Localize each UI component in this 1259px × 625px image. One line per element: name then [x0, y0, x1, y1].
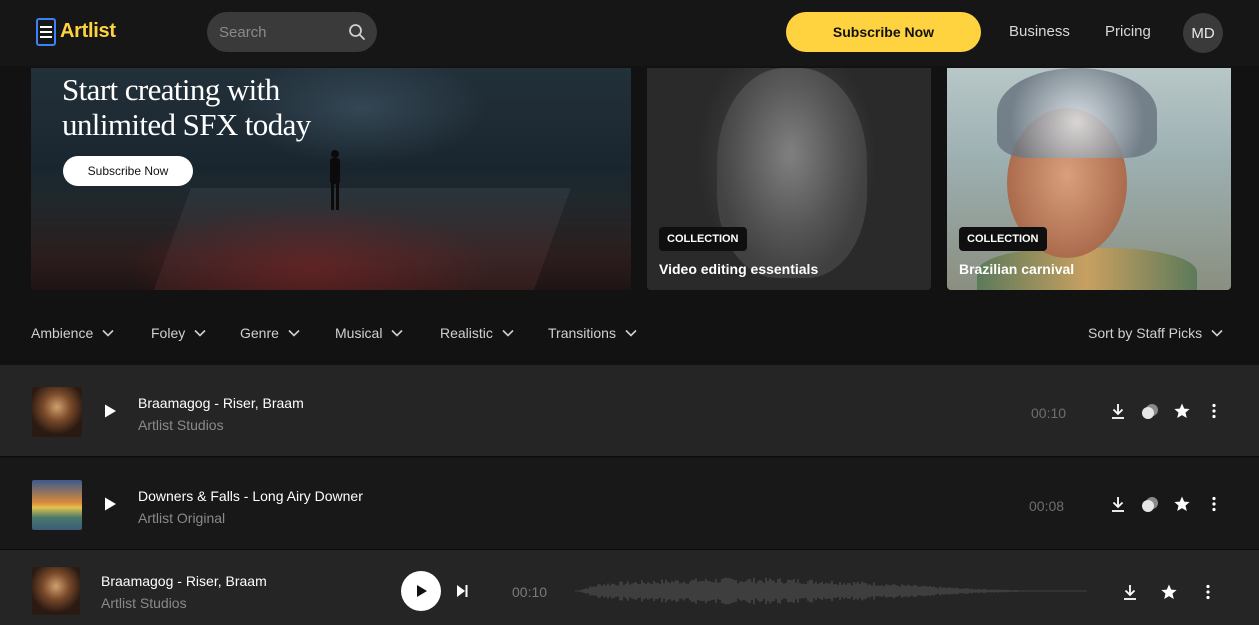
skip-next-icon[interactable]: [454, 583, 470, 599]
favorite-star-icon[interactable]: [1160, 583, 1178, 601]
download-icon[interactable]: [1121, 583, 1139, 601]
collection-image-headdress: [997, 68, 1157, 158]
nav-pricing-link[interactable]: Pricing: [1105, 23, 1151, 40]
search-input[interactable]: [219, 12, 343, 52]
user-avatar[interactable]: MD: [1183, 13, 1223, 53]
track-duration: 00:10: [1031, 405, 1067, 421]
artlist-logo[interactable]: Artlist: [60, 20, 116, 43]
track-title[interactable]: Braamagog - Riser, Braam: [138, 395, 304, 411]
favorite-star-icon[interactable]: [1173, 495, 1191, 513]
play-icon[interactable]: [102, 496, 118, 512]
subscribe-now-button[interactable]: Subscribe Now: [786, 12, 981, 52]
track-row[interactable]: Downers & Falls - Long Airy Downer Artli…: [0, 458, 1259, 550]
chevron-down-icon: [194, 329, 206, 337]
filter-genre[interactable]: Genre: [240, 325, 301, 341]
chevron-down-icon: [102, 329, 114, 337]
top-navbar: Artlist Subscribe Now Business Pricing M…: [0, 0, 1259, 66]
nav-business-link[interactable]: Business: [1009, 23, 1070, 40]
play-icon: [417, 585, 427, 597]
filter-label: Genre: [240, 325, 279, 341]
chevron-down-icon: [1211, 329, 1223, 337]
player-thumbnail: [32, 567, 80, 615]
favorite-star-icon[interactable]: [1173, 402, 1191, 420]
audio-player-bar: Braamagog - Riser, Braam Artlist Studios…: [0, 550, 1259, 625]
similar-sounds-icon[interactable]: [1141, 495, 1159, 513]
filter-musical[interactable]: Musical: [335, 325, 404, 341]
more-options-icon[interactable]: [1205, 495, 1223, 513]
search-icon[interactable]: [348, 23, 366, 41]
collection-badge: COLLECTION: [959, 227, 1047, 251]
more-options-icon[interactable]: [1199, 583, 1217, 601]
more-options-icon[interactable]: [1205, 402, 1223, 420]
filter-realistic[interactable]: Realistic: [440, 325, 515, 341]
filter-label: Realistic: [440, 325, 493, 341]
search-box[interactable]: [207, 12, 377, 52]
download-icon[interactable]: [1109, 402, 1127, 420]
hero-subscribe-button[interactable]: Subscribe Now: [63, 156, 193, 186]
play-icon[interactable]: [102, 403, 118, 419]
track-thumbnail: [32, 387, 82, 437]
track-artist[interactable]: Artlist Studios: [138, 417, 224, 433]
track-thumbnail: [32, 480, 82, 530]
track-title[interactable]: Downers & Falls - Long Airy Downer: [138, 488, 363, 504]
hero-banner: Start creating with unlimited SFX today …: [31, 68, 631, 290]
chevron-down-icon: [502, 329, 514, 337]
track-row[interactable]: Braamagog - Riser, Braam Artlist Studios…: [0, 365, 1259, 457]
collection-title: Brazilian carnival: [959, 261, 1075, 277]
hero-image-road: [150, 188, 572, 290]
hero-title: Start creating with unlimited SFX today: [62, 72, 311, 142]
player-track-title[interactable]: Braamagog - Riser, Braam: [101, 573, 267, 589]
collection-title: Video editing essentials: [659, 261, 819, 277]
sort-dropdown[interactable]: Sort by Staff Picks: [1088, 325, 1224, 341]
hero-image-person: [330, 150, 340, 210]
filter-transitions[interactable]: Transitions: [548, 325, 638, 341]
chevron-down-icon: [391, 329, 404, 337]
filter-ambience[interactable]: Ambience: [31, 325, 115, 341]
filter-label: Musical: [335, 325, 383, 341]
filter-foley[interactable]: Foley: [151, 325, 207, 341]
filter-bar: Ambience Foley Genre Musical Realistic T…: [0, 315, 1259, 351]
similar-sounds-icon[interactable]: [1141, 402, 1159, 420]
waveform-scrubber[interactable]: [575, 572, 1087, 610]
chevron-down-icon: [288, 329, 300, 337]
filter-label: Foley: [151, 325, 186, 341]
chevron-down-icon: [625, 329, 637, 337]
sort-label: Sort by Staff Picks: [1088, 325, 1203, 341]
collection-card-video-editing[interactable]: COLLECTION Video editing essentials: [647, 68, 931, 290]
player-track-artist[interactable]: Artlist Studios: [101, 595, 187, 611]
collection-card-brazilian-carnival[interactable]: COLLECTION Brazilian carnival: [947, 68, 1231, 290]
filter-label: Ambience: [31, 325, 94, 341]
player-play-button[interactable]: [401, 571, 441, 611]
download-icon[interactable]: [1109, 495, 1127, 513]
track-duration: 00:08: [1029, 498, 1065, 514]
hamburger-menu-icon[interactable]: [36, 18, 56, 46]
filter-label: Transitions: [548, 325, 616, 341]
collection-badge: COLLECTION: [659, 227, 747, 251]
player-time: 00:10: [512, 584, 548, 600]
track-artist[interactable]: Artlist Original: [138, 510, 225, 526]
